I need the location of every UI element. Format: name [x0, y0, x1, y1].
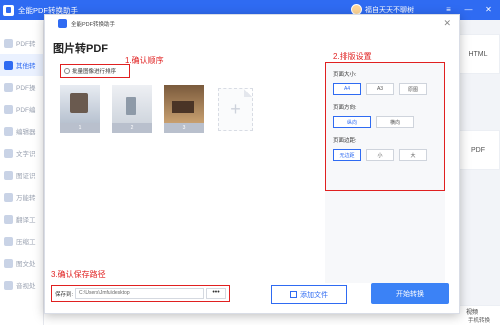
add-file-label: 添加文件 [300, 291, 328, 299]
app-logo-icon [3, 4, 14, 16]
sidebar-item-pdf-edit[interactable]: PDF编 [0, 98, 43, 120]
image-to-pdf-dialog: 全能PDF转换助手 ✕ 图片转PDF 1.确认顺序 2.排版设置 批量图像进行排… [44, 14, 460, 314]
universal-icon [4, 192, 13, 202]
orientation-options: 纵向 横向 [333, 116, 437, 128]
step3-annotation: 3.确认保存路径 [51, 270, 106, 279]
add-file-button[interactable]: 添加文件 [271, 285, 347, 304]
sort-icon [64, 68, 70, 74]
page-size-original[interactable]: 原图 [399, 83, 427, 95]
sidebar-item-label: 其他转 [16, 63, 36, 70]
sidebar-item-label: 万能转 [16, 195, 36, 202]
sidebar-item-pdf-ops[interactable]: PDF操 [0, 76, 43, 98]
editor-icon [4, 126, 13, 136]
sidebar-item-media[interactable]: 音视处 [0, 274, 43, 296]
add-file-icon [290, 291, 297, 298]
sidebar-item-label: 图文处 [16, 261, 36, 268]
image-thumbnail[interactable]: 2 [112, 85, 152, 133]
dialog-close-icon[interactable]: ✕ [443, 18, 451, 29]
orientation-landscape[interactable]: 横向 [376, 116, 414, 128]
sidebar-item-label: 翻译工 [16, 217, 36, 224]
thumbnail-number: 1 [60, 123, 100, 133]
sidebar-item-other-convert[interactable]: 其他转 [0, 54, 43, 76]
save-label: 保存到: [55, 291, 74, 298]
save-path-input[interactable]: C:\Users\Jmfu\desktop [75, 288, 204, 299]
translate-icon [4, 214, 13, 224]
bg-card-pdf[interactable]: PDF [456, 130, 500, 170]
close-icon[interactable]: ✕ [483, 4, 494, 15]
sidebar-item-universal[interactable]: 万能转 [0, 186, 43, 208]
page-title: 图片转PDF [53, 43, 108, 55]
add-image-button[interactable]: + [218, 88, 253, 131]
sidebar-item-label: 图证识 [16, 173, 36, 180]
page-size-a4[interactable]: A4 [333, 83, 361, 95]
minimize-icon[interactable]: — [463, 4, 474, 15]
margin-none[interactable]: 无边距 [333, 149, 361, 161]
thumbnail-image [164, 85, 204, 123]
sidebar-item-label: PDF转 [16, 41, 36, 48]
sidebar-item-label: 编辑器 [16, 129, 36, 136]
margin-options: 无边距 小 大 [333, 149, 437, 161]
edit-icon [4, 104, 13, 114]
sidebar-item-ocr[interactable]: 文字识 [0, 142, 43, 164]
media-icon [4, 280, 13, 290]
sidebar-item-editor[interactable]: 编辑器 [0, 120, 43, 142]
thumbnail-number: 3 [164, 123, 204, 133]
sidebar-item-label: 压缩工 [16, 239, 36, 246]
dialog-logo-icon [58, 19, 67, 28]
sort-label: 批量图像进行排序 [72, 69, 117, 75]
bg-card-html[interactable]: HTML [456, 34, 500, 74]
sort-images-button[interactable]: 批量图像进行排序 [60, 64, 130, 78]
dialog-titlebar: 全能PDF转换助手 [45, 15, 459, 32]
browse-button[interactable]: ••• [206, 288, 226, 299]
settings-panel-filler [325, 191, 445, 283]
sidebar-item-image[interactable]: 图文处 [0, 252, 43, 274]
sidebar-item-id-ocr[interactable]: 图证识 [0, 164, 43, 186]
dialog-title: 全能PDF转换助手 [71, 21, 116, 28]
sidebar-item-label: 音视处 [16, 283, 36, 290]
page-size-a3[interactable]: A3 [366, 83, 394, 95]
page-size-options: A4 A3 原图 [333, 83, 437, 95]
margin-small[interactable]: 小 [366, 149, 394, 161]
id-card-icon [4, 170, 13, 180]
sidebar-item-compress[interactable]: 压缩工 [0, 230, 43, 252]
user-name[interactable]: 福自天天不聊树 [365, 5, 414, 15]
thumbnail-number: 2 [112, 123, 152, 133]
pdf-ops-icon [4, 82, 13, 92]
image-thumbnail[interactable]: 1 [60, 85, 100, 133]
sidebar-item-label: PDF编 [16, 107, 36, 114]
orientation-label: 页面方向: [333, 105, 357, 111]
margin-large[interactable]: 大 [399, 149, 427, 161]
margin-label: 页面边距: [333, 138, 357, 144]
bg-bottom-label-2: 手机转换 [467, 318, 490, 324]
page-size-label: 页面大小: [333, 72, 357, 78]
convert-icon [4, 60, 13, 70]
image-icon [4, 258, 13, 268]
step1-annotation: 1.确认顺序 [125, 56, 164, 65]
layout-settings-panel: 页面大小: A4 A3 原图 页面方向: 纵向 横向 页面边距: 无边距 小 大 [325, 62, 445, 191]
bg-card-label: HTML [468, 50, 488, 58]
orientation-portrait[interactable]: 纵向 [333, 116, 371, 128]
plus-icon: + [230, 99, 241, 119]
image-thumbnail[interactable]: 3 [164, 85, 204, 133]
step2-annotation: 2.排版设置 [333, 52, 372, 61]
save-path-row: 保存到: C:\Users\Jmfu\desktop ••• [51, 285, 230, 302]
sidebar-item-label: 文字识 [16, 151, 36, 158]
pdf-icon [4, 38, 13, 48]
ocr-icon [4, 148, 13, 158]
sidebar-item-translate[interactable]: 翻译工 [0, 208, 43, 230]
bg-bottom-label-1: 视频 [465, 310, 478, 316]
sidebar: PDF转 其他转 PDF操 PDF编 编辑器 文字识 图证识 万能转 翻译工 压… [0, 20, 44, 325]
start-convert-label: 开始转换 [396, 290, 424, 298]
compress-icon [4, 236, 13, 246]
sidebar-item-label: PDF操 [16, 85, 36, 92]
sidebar-item-pdf-convert[interactable]: PDF转 [0, 32, 43, 54]
bg-card-label: PDF [471, 146, 485, 154]
start-convert-button[interactable]: 开始转换 [371, 283, 449, 304]
thumbnail-list: 1 2 3 + [60, 85, 253, 133]
thumbnail-image [112, 85, 152, 123]
thumbnail-image [60, 85, 100, 123]
